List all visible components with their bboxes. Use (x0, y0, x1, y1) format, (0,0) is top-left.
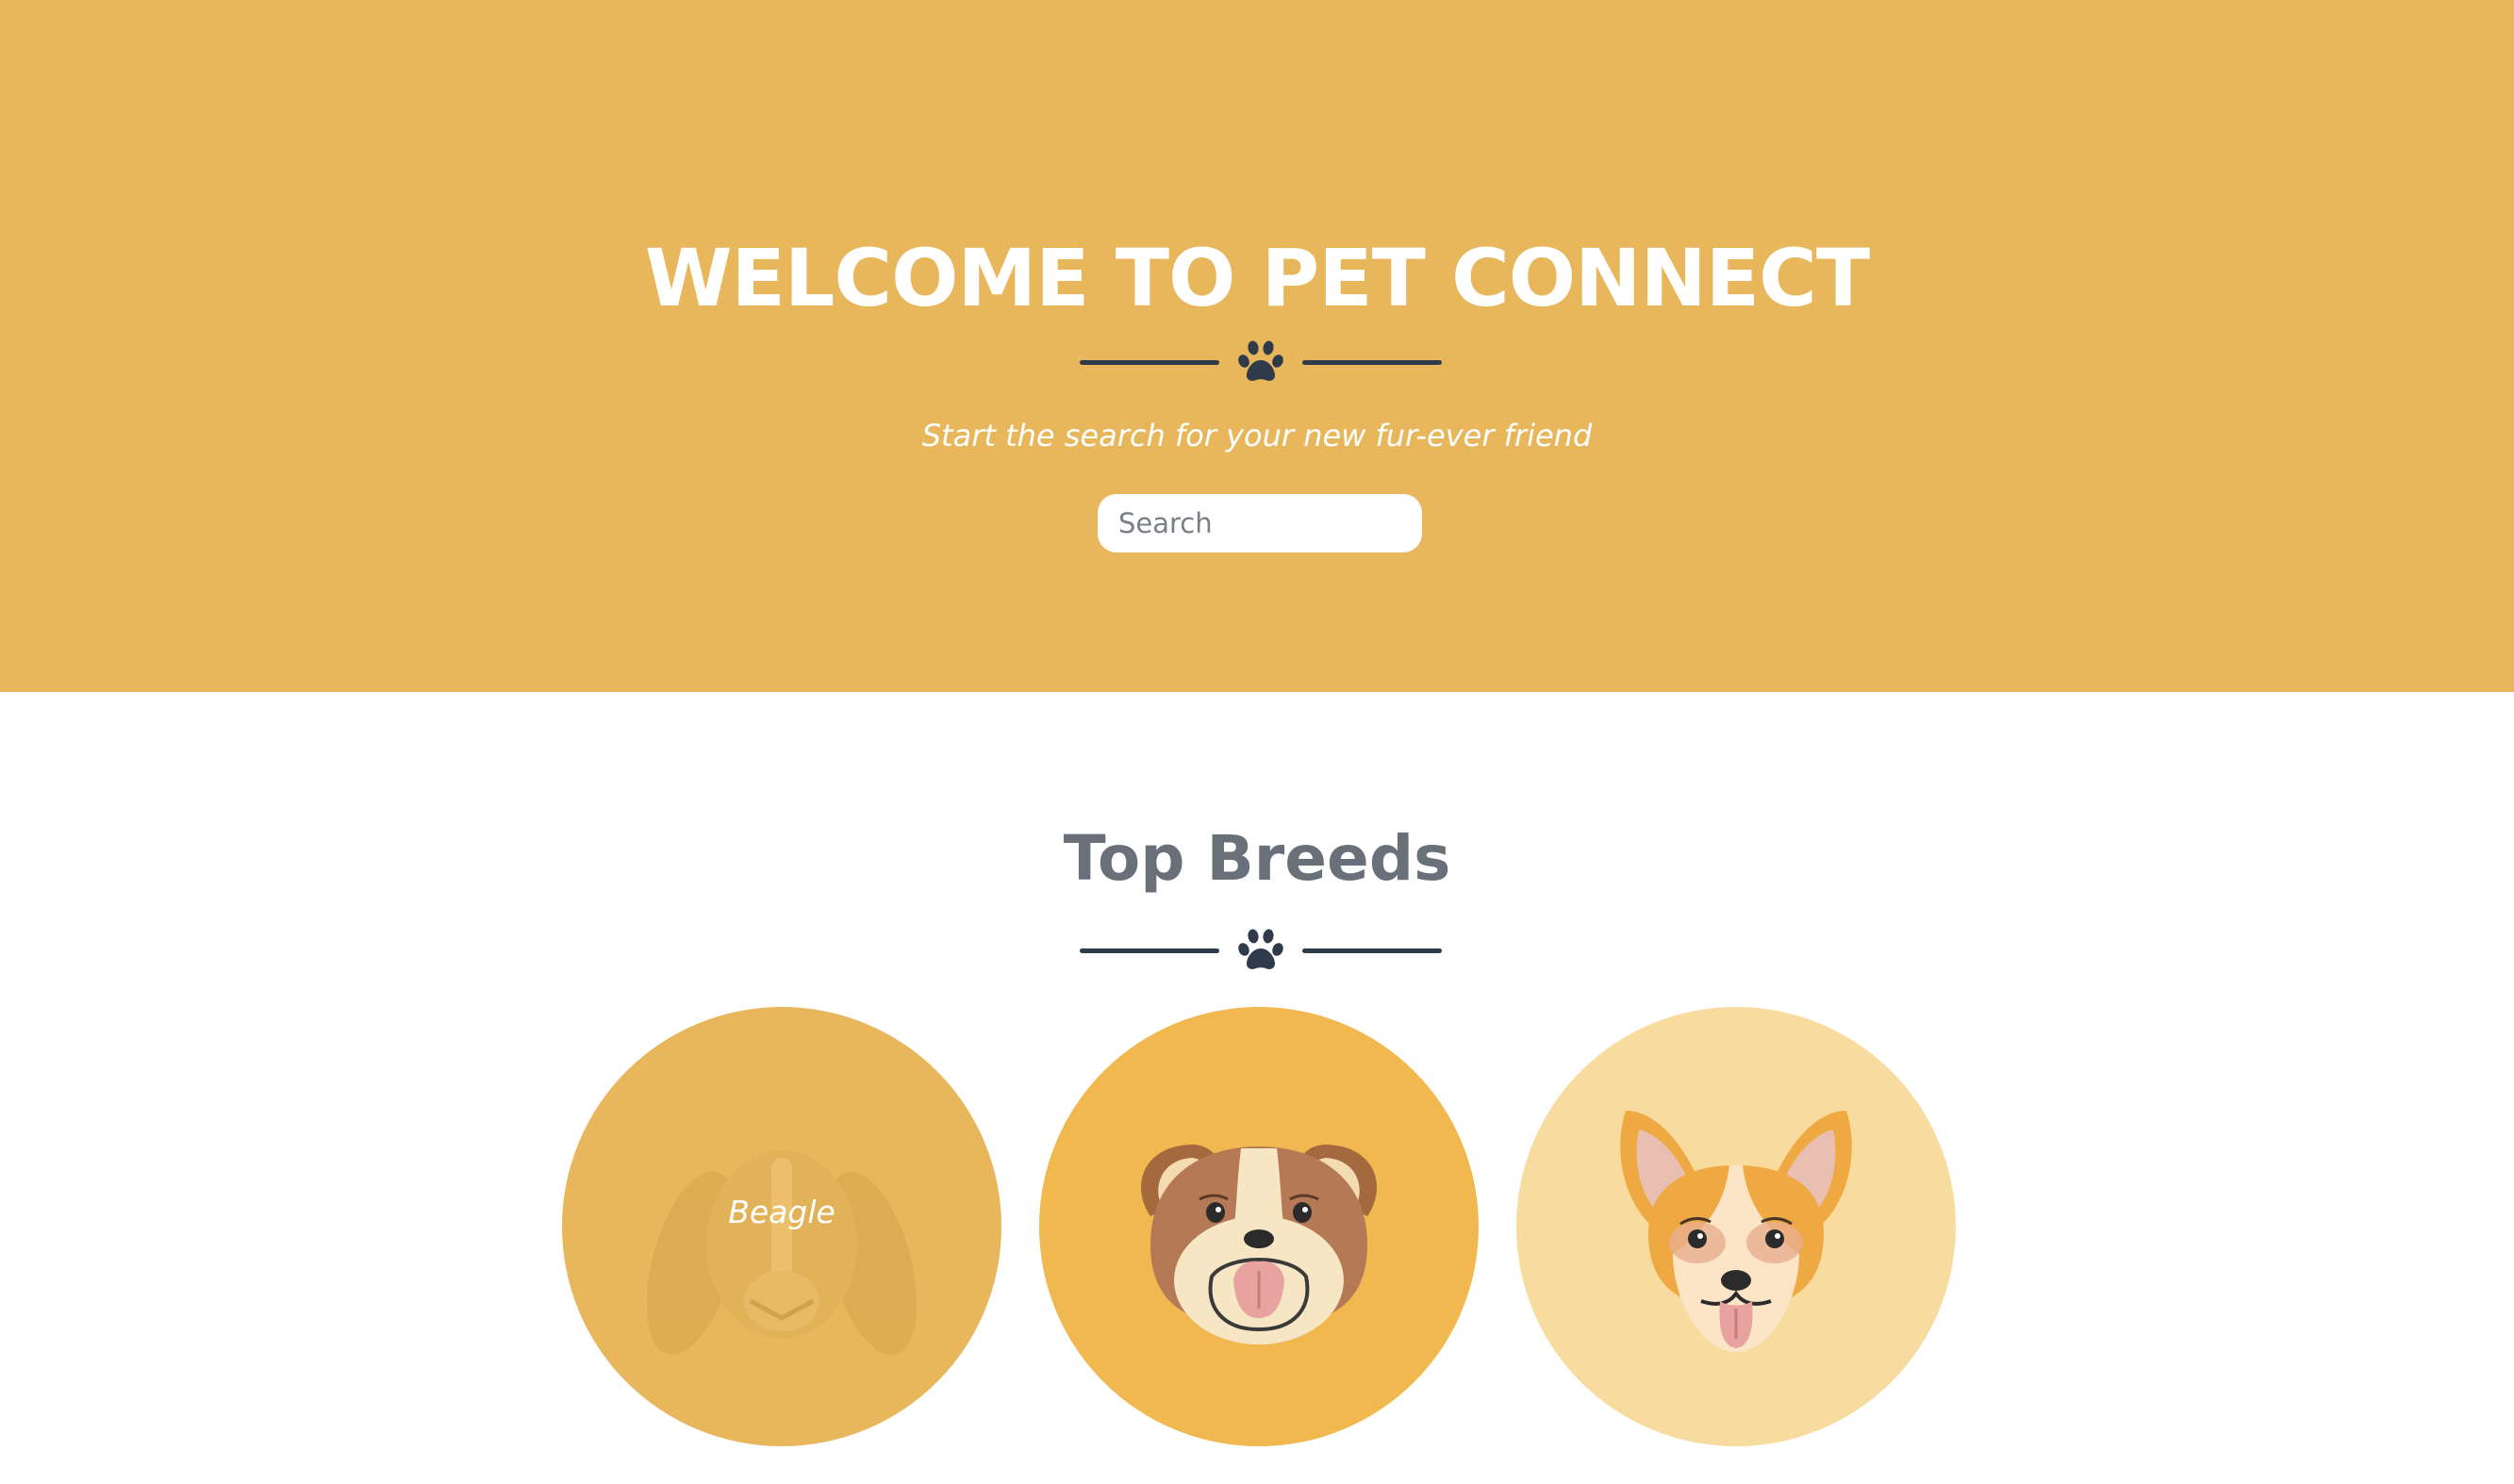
breed-card-bulldog[interactable] (1039, 1007, 1479, 1446)
corgi-dog-icon (1620, 1111, 1852, 1352)
breed-card-corgi[interactable] (1516, 1007, 1956, 1446)
search-input[interactable] (1098, 494, 1422, 552)
top-breeds-divider (1080, 926, 1442, 977)
page-title: WELCOME TO PET CONNECT (644, 232, 1870, 324)
divider-line-left (1080, 948, 1219, 953)
breed-label-beagle: Beagle (728, 1194, 835, 1230)
paw-icon (1238, 340, 1283, 381)
top-breeds-heading: Top Breeds (1063, 822, 1451, 895)
hero-subtitle: Start the search for your new fur-ever f… (921, 418, 1593, 453)
divider-line-right (1302, 948, 1442, 953)
hero-banner: WELCOME TO PET CONNECT Start the search … (0, 0, 2514, 692)
bulldog-dog-icon (1141, 1145, 1377, 1344)
breed-card-beagle[interactable]: Beagle (562, 1007, 1001, 1446)
paw-icon (1238, 929, 1283, 969)
divider-line-left (1080, 360, 1219, 365)
divider-line-right (1302, 360, 1442, 365)
hero-divider (1080, 338, 1442, 388)
